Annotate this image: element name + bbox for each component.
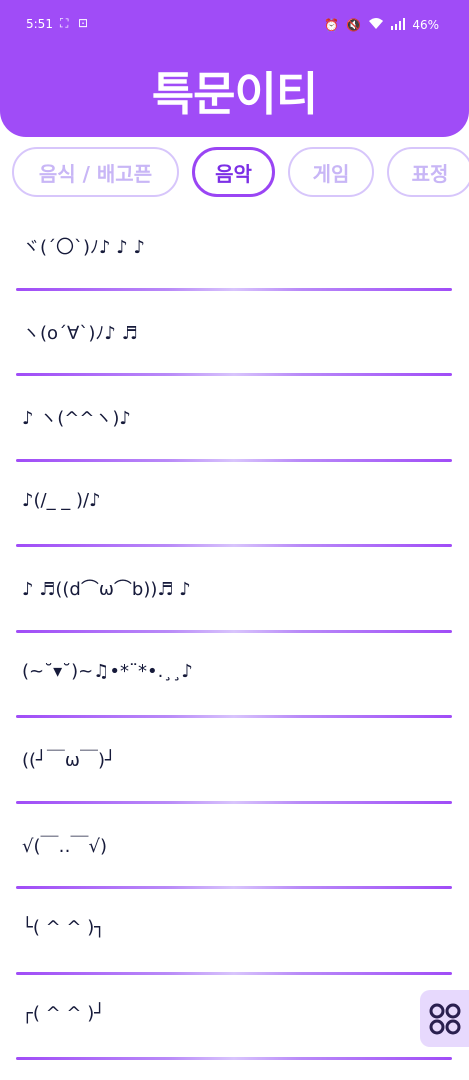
list-item[interactable]: ヽ(o´∀`)ﾉ♪ ♬ <box>0 291 469 376</box>
screenshot-icon: ⊡ <box>78 16 89 30</box>
emoticon-text: ヽ(o´∀`)ﾉ♪ ♬ <box>22 322 138 344</box>
list-item[interactable]: ♪(/_ _ )/♪ <box>0 462 469 547</box>
app-header: 5:51 ⛶ ⊡ ⏰ 🔇 46% 특문이티 <box>0 0 469 137</box>
emoticon-text: (~˘▾˘)~♫•*¨*•.¸¸♪ <box>22 660 193 682</box>
list-item[interactable]: └( ^ ^ )┐ <box>0 889 469 975</box>
status-right-group: ⏰ 🔇 46% <box>324 17 439 33</box>
list-item[interactable]: ヾ(´〇`)ﾉ♪ ♪ ♪ <box>0 205 469 291</box>
alarm-icon: ⏰ <box>324 18 340 32</box>
wifi-icon <box>368 17 384 33</box>
list-item[interactable]: (~˘▾˘)~♫•*¨*•.¸¸♪ <box>0 633 469 718</box>
battery-text: 46% <box>412 18 439 32</box>
emoticon-text: ┌( ^ ^ )┘ <box>22 1002 106 1024</box>
list-item[interactable]: ♪ ♬((d⌒ω⌒b))♬ ♪ <box>0 547 469 633</box>
divider <box>16 1057 452 1060</box>
signal-icon <box>391 17 406 33</box>
emoticon-text: ヾ(´〇`)ﾉ♪ ♪ ♪ <box>22 237 145 258</box>
grid-menu-button[interactable] <box>420 990 469 1047</box>
emoticon-list: ヾ(´〇`)ﾉ♪ ♪ ♪ ヽ(o´∀`)ﾉ♪ ♬ ♪ ヽ(^^ヽ)♪ ♪(/_ … <box>0 205 469 1060</box>
tab-music[interactable]: 음악 <box>192 147 275 197</box>
screen-record-icon: ⛶ <box>60 16 69 30</box>
tab-game[interactable]: 게임 <box>288 147 374 197</box>
tab-food[interactable]: 음식 / 배고픈 <box>12 147 179 197</box>
grid-menu-icon <box>429 1003 460 1034</box>
emoticon-text: ♪(/_ _ )/♪ <box>22 489 101 511</box>
tab-expression[interactable]: 표정 <box>387 147 469 197</box>
mute-icon: 🔇 <box>346 18 362 32</box>
status-time: 5:51 <box>26 17 53 31</box>
emoticon-text: ♪ ヽ(^^ヽ)♪ <box>22 408 131 429</box>
page-title: 특문이티 <box>151 67 318 121</box>
emoticon-text: √(￣‥￣√) <box>22 835 107 857</box>
list-item[interactable]: ((┘￣ω￣)┘ <box>0 718 469 804</box>
emoticon-text: ♪ ♬((d⌒ω⌒b))♬ ♪ <box>22 579 191 600</box>
list-item[interactable]: √(￣‥￣√) <box>0 804 469 889</box>
list-item[interactable]: ♪ ヽ(^^ヽ)♪ <box>0 376 469 462</box>
status-bar: 5:51 ⛶ ⊡ ⏰ 🔇 46% <box>0 0 469 50</box>
category-tabs: 음식 / 배고픈 음악 게임 표정 <box>12 147 469 197</box>
emoticon-text: ((┘￣ω￣)┘ <box>22 750 116 771</box>
emoticon-text: └( ^ ^ )┐ <box>22 917 106 938</box>
list-item[interactable]: ┌( ^ ^ )┘ <box>0 975 469 1060</box>
